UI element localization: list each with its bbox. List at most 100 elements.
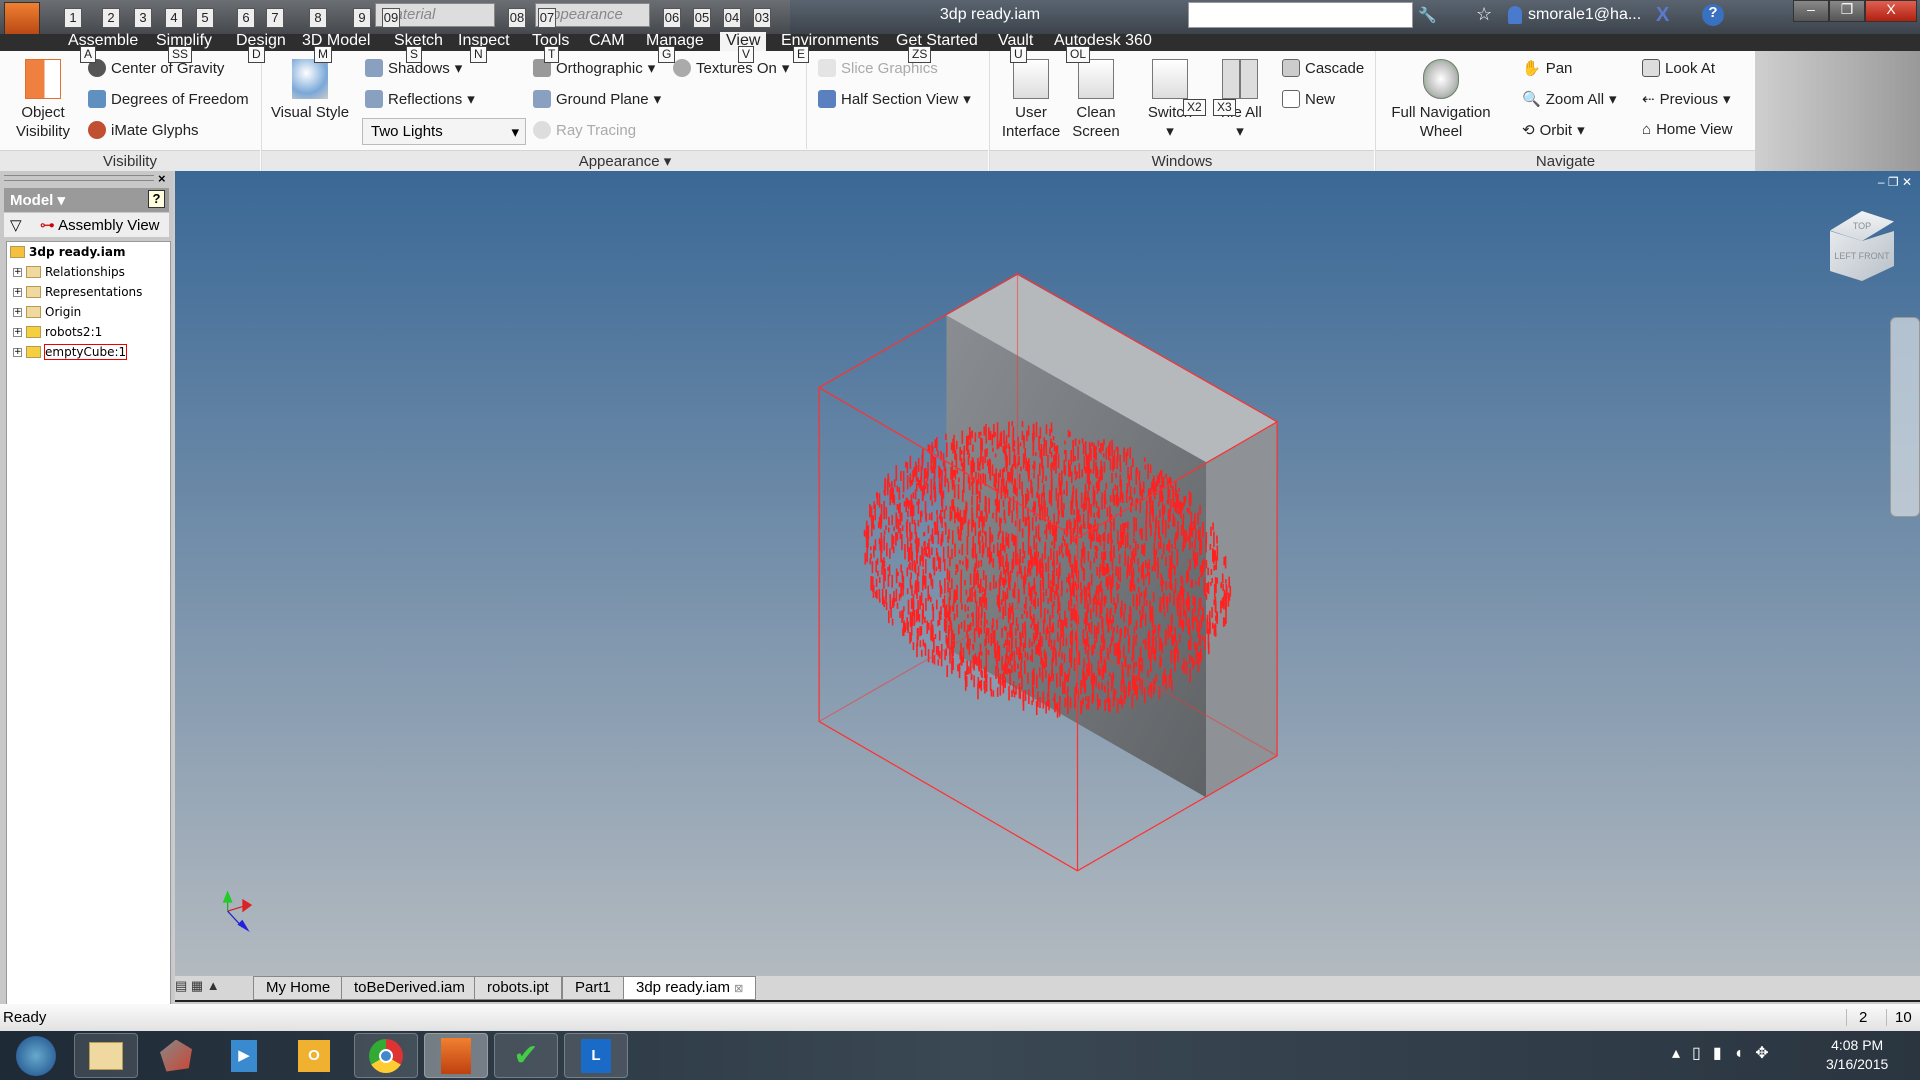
expand-icon[interactable]: + [13, 347, 22, 357]
taskbar-action-center[interactable]: ✔ [494, 1033, 558, 1078]
viewport-window-controls[interactable]: – ❐ ✕ [1878, 175, 1912, 189]
look-at-button[interactable]: Look At [1642, 59, 1715, 77]
center-of-gravity-button[interactable]: Center of Gravity [88, 59, 224, 77]
tile-all-icon [1222, 59, 1258, 99]
full-navigation-wheel-button[interactable]: Full Navigation Wheel [1382, 59, 1500, 141]
degrees-of-freedom-button[interactable]: Degrees of Freedom [88, 90, 249, 108]
keytip: M [314, 46, 332, 63]
search-input[interactable] [1188, 2, 1413, 28]
object-visibility-button[interactable]: Object Visibility [8, 59, 78, 141]
close-button[interactable]: X [1865, 0, 1917, 22]
start-button[interactable] [4, 1033, 68, 1078]
filter-icon[interactable]: ▽ [10, 217, 22, 234]
document-tab[interactable]: Part1 [562, 976, 624, 1000]
tree-item[interactable]: + Representations [13, 285, 142, 299]
tree-item[interactable]: + emptyCube:1 [13, 344, 128, 360]
pan-button[interactable]: ✋ Pan [1522, 59, 1572, 78]
exchange-icon[interactable]: X [1656, 4, 1669, 27]
cascade-button[interactable]: Cascade [1282, 59, 1364, 77]
restore-button[interactable]: ❐ [1829, 0, 1865, 22]
clean-screen-button[interactable]: Clean Screen [1063, 59, 1129, 141]
tab-cam[interactable]: CAM [583, 32, 631, 51]
keytip: A [80, 46, 97, 63]
new-window-icon [1282, 90, 1300, 108]
panel-grip[interactable] [4, 175, 154, 181]
expand-icon[interactable]: + [13, 327, 22, 337]
browser-header[interactable]: Model ▾ ? [4, 188, 169, 212]
quick-access-keytip: 8 [309, 8, 327, 28]
taskbar-chrome[interactable] [354, 1033, 418, 1078]
orbit-button[interactable]: ⟲ Orbit ▾ [1522, 121, 1585, 140]
visual-style-icon [292, 59, 328, 99]
tab-layout-icons[interactable]: ▤ ▦ ▲ [175, 978, 251, 1000]
appearance-panel-label[interactable]: Appearance ▾ [262, 150, 988, 171]
key-icon[interactable]: 🔧 [1418, 6, 1437, 24]
tab-environments[interactable]: Environments [775, 32, 885, 51]
quick-access-keytip: 07 [538, 8, 556, 28]
tab-autodesk-360[interactable]: Autodesk 360 [1048, 32, 1158, 51]
view-cube[interactable]: LEFT FRONT TOP [1822, 211, 1902, 291]
keytip: X2 [1183, 99, 1206, 116]
tab-assemble[interactable]: Assemble [62, 32, 144, 51]
expand-icon[interactable]: + [13, 287, 22, 297]
tree-item[interactable]: + Origin [13, 305, 81, 319]
taskbar-lync[interactable]: L [564, 1033, 628, 1078]
tab-get-started[interactable]: Get Started [890, 32, 984, 51]
tree-item[interactable]: + robots2:1 [13, 325, 102, 339]
visual-style-button[interactable]: Visual Style [270, 59, 350, 122]
lighting-style-dropdown[interactable]: Two Lights ▾ [362, 118, 526, 145]
coordinate-triad [222, 890, 253, 932]
help-icon[interactable]: ? [148, 190, 165, 208]
zoom-icon: 🔍 [1522, 91, 1541, 108]
ray-tracing-button[interactable]: Ray Tracing [533, 121, 636, 139]
user-icon[interactable] [1508, 6, 1522, 24]
quick-access-keytip: 6 [237, 8, 255, 28]
close-tab-icon[interactable]: ⊠ [734, 983, 743, 995]
3d-scene[interactable] [175, 171, 1920, 976]
keytip: V [738, 46, 755, 63]
taskbar-media-player[interactable]: ▶ [212, 1033, 276, 1078]
document-tab[interactable]: toBeDerived.iam [341, 976, 478, 1000]
new-window-button[interactable]: New [1282, 90, 1335, 108]
imate-glyphs-button[interactable]: iMate Glyphs [88, 121, 199, 139]
taskbar-app-gem[interactable] [144, 1033, 208, 1078]
chrome-icon [369, 1038, 403, 1073]
star-icon[interactable]: ☆ [1476, 4, 1492, 25]
textures-on-button[interactable]: Textures On ▾ [673, 59, 789, 77]
clock[interactable]: 4:08 PM 3/16/2015 [1826, 1036, 1888, 1074]
reflections-button[interactable]: Reflections ▾ [365, 90, 475, 108]
keytip: OL [1066, 46, 1091, 63]
document-tab[interactable]: robots.ipt [474, 976, 562, 1000]
user-account[interactable]: smorale1@ha... [1528, 6, 1641, 24]
taskbar-outlook[interactable]: O [282, 1033, 346, 1078]
tab-3d-model[interactable]: 3D Model [296, 32, 376, 51]
home-view-button[interactable]: ⌂ Home View [1642, 121, 1732, 138]
taskbar-inventor[interactable] [424, 1033, 488, 1078]
ground-plane-button[interactable]: Ground Plane ▾ [533, 90, 661, 108]
expand-icon[interactable]: + [13, 267, 22, 277]
expand-icon[interactable]: + [13, 307, 22, 317]
half-section-view-button[interactable]: Half Section View ▾ [818, 90, 971, 108]
minimize-button[interactable]: – [1793, 0, 1829, 22]
close-panel-icon[interactable]: × [158, 171, 166, 186]
document-tab[interactable]: 3dp ready.iam ⊠ [623, 976, 757, 1000]
degrees-of-freedom-icon [88, 90, 106, 108]
graphics-viewport[interactable]: LEFT FRONT TOP – ❐ ✕ [175, 171, 1920, 976]
keytip: T [544, 46, 560, 63]
help-icon[interactable]: ? [1702, 4, 1724, 26]
tree-item[interactable]: + Relationships [13, 265, 125, 279]
document-tab[interactable]: My Home [253, 976, 344, 1000]
keytip: U [1010, 46, 1027, 63]
half-section-icon [818, 90, 836, 108]
taskbar-explorer[interactable] [74, 1033, 138, 1078]
previous-view-button[interactable]: ⇠ Previous ▾ [1642, 90, 1730, 109]
inventor-icon [441, 1037, 471, 1074]
keytip: ZS [908, 46, 932, 63]
user-interface-button[interactable]: User Interface [996, 59, 1066, 141]
zoom-all-button[interactable]: 🔍 Zoom All ▾ [1522, 90, 1617, 109]
system-tray[interactable]: ▴▯▮◖✥ [1672, 1043, 1781, 1063]
document-tabs: ▤ ▦ ▲ My Home toBeDerived.iam robots.ipt Pa… [175, 976, 1920, 1002]
navigation-bar[interactable] [1890, 317, 1920, 517]
assembly-view-button[interactable]: ⊶ Assembly View [40, 217, 160, 234]
tree-root[interactable]: 3dp ready.iam [10, 245, 125, 259]
